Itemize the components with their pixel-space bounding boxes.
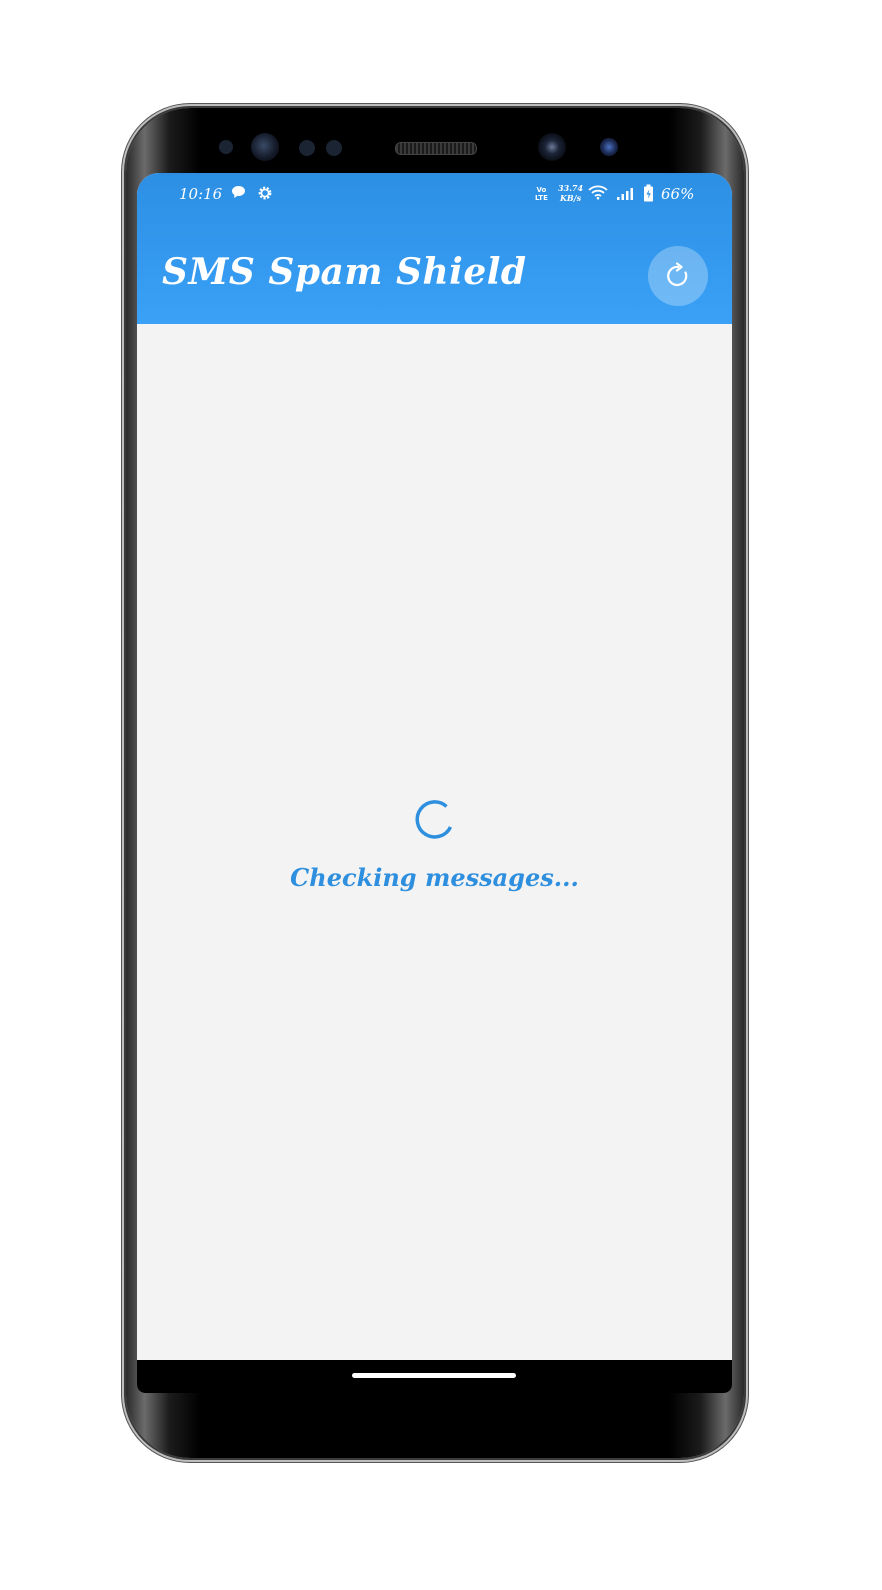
signal-icon [616, 186, 634, 205]
app-title: SMS Spam Shield [162, 251, 527, 293]
ambient-sensor [299, 140, 315, 156]
message-icon [231, 185, 246, 203]
phone-screen: 10:16 Vo LTE 33.74 KB/s 66% SMS Spam Shi… [137, 173, 732, 1393]
battery-icon [643, 184, 654, 206]
status-time: 10:16 [179, 185, 223, 203]
refresh-icon [667, 262, 688, 287]
proximity-sensor [219, 140, 233, 154]
iris-camera [600, 138, 618, 156]
navigation-bar [137, 1360, 732, 1393]
loading-text: Checking messages... [290, 863, 579, 892]
gear-icon [257, 185, 273, 205]
network-speed: 33.74 KB/s [558, 183, 584, 203]
home-gesture-bar[interactable] [352, 1373, 516, 1378]
earpiece-speaker [395, 142, 477, 155]
app-bar: 10:16 Vo LTE 33.74 KB/s 66% SMS Spam Shi… [137, 173, 732, 324]
loading-spinner [415, 800, 453, 839]
ambient-sensor-2 [326, 140, 342, 156]
battery-percent: 66% [661, 185, 695, 203]
refresh-button[interactable] [648, 246, 708, 306]
front-camera [538, 133, 566, 161]
volte-icon: Vo LTE [535, 186, 548, 202]
status-bar: 10:16 Vo LTE 33.74 KB/s 66% [137, 173, 732, 217]
wifi-icon [588, 185, 608, 204]
iris-scanner [251, 133, 279, 161]
